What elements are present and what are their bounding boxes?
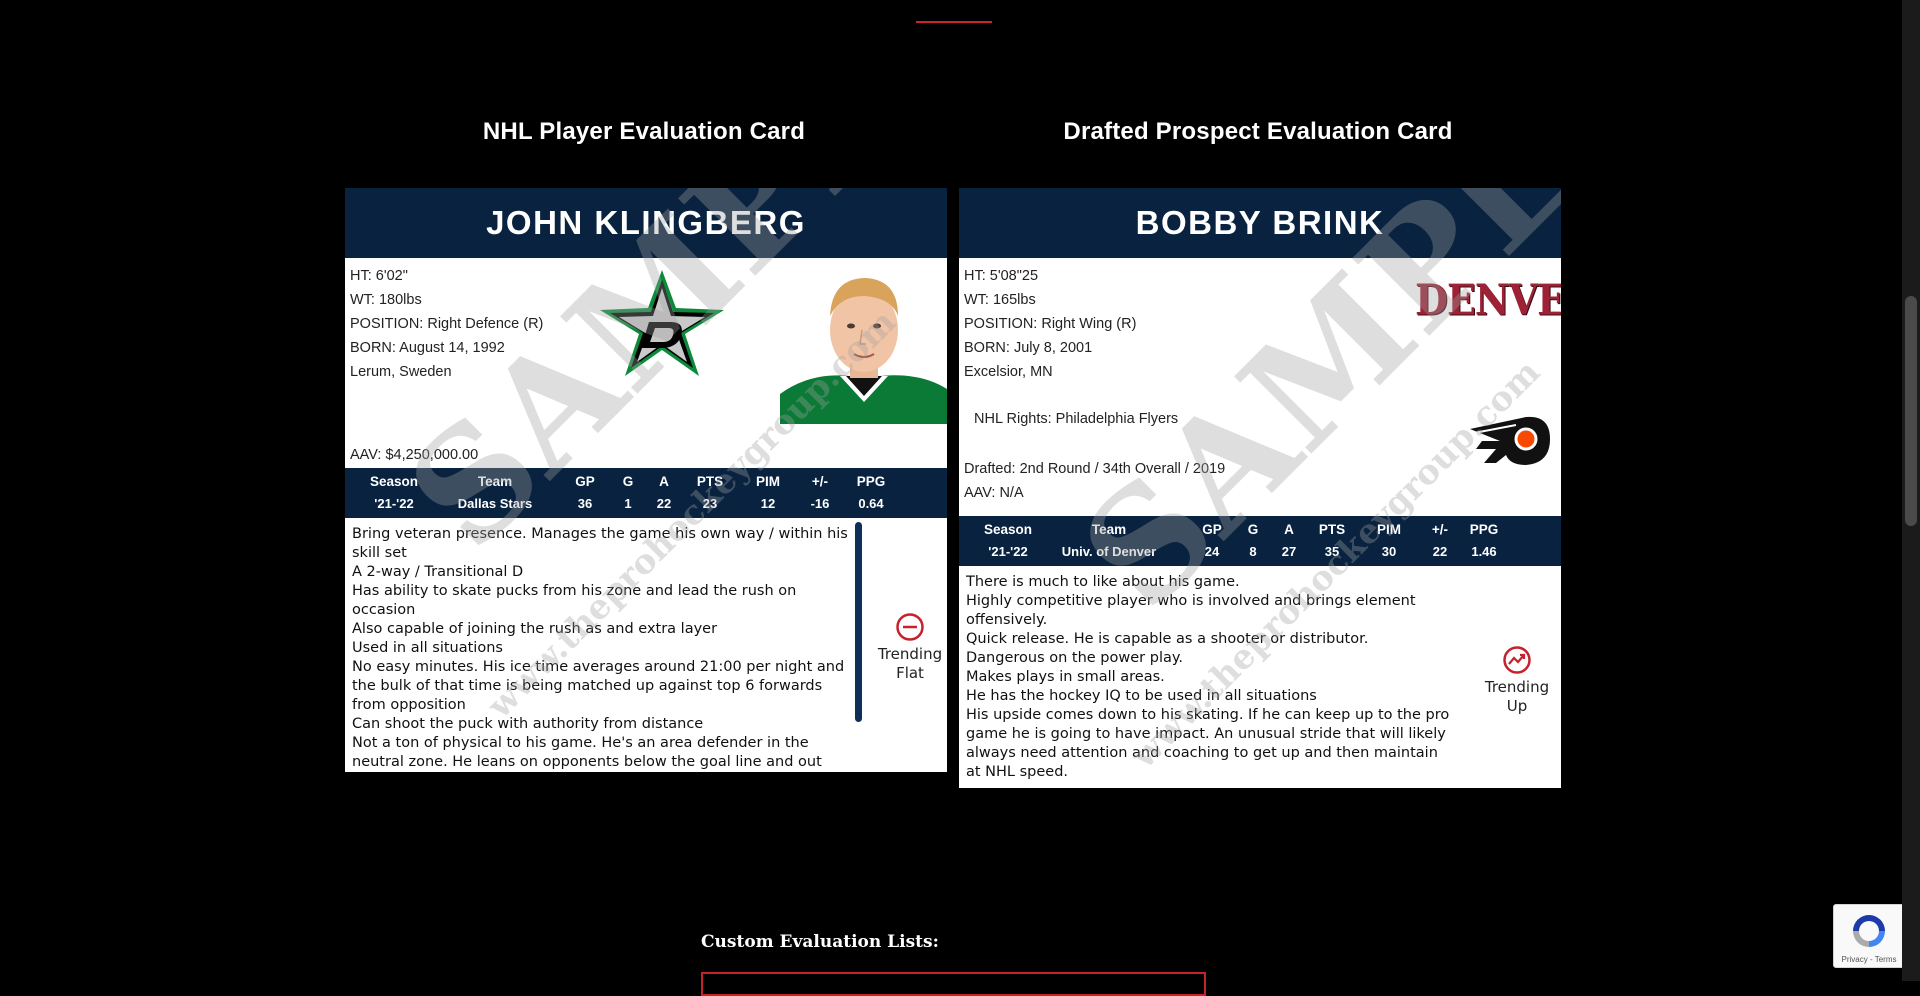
- recaptcha-icon: [1853, 915, 1885, 947]
- active-tab-underline: [916, 21, 992, 23]
- note-line: Bring veteran presence. Manages the game…: [352, 526, 848, 561]
- stat-header-ppg: PPG: [1469, 522, 1499, 537]
- stat-plusminus: -16: [810, 496, 830, 511]
- page-scrollbar-thumb[interactable]: [1905, 296, 1917, 526]
- player-stats-table: Season Team GP G A PTS PIM +/- PPG '21-'…: [345, 468, 947, 518]
- prospect-stats-table: Season Team GP G A PTS PIM +/- PPG '21-'…: [959, 516, 1561, 566]
- trend-indicator: Trending Flat: [870, 612, 947, 683]
- note-line: His upside comes down to his skating. If…: [966, 707, 1450, 780]
- note-line: Not a ton of physical to his game. He's …: [352, 735, 822, 770]
- custom-lists-container[interactable]: [701, 972, 1206, 996]
- note-line: Can shoot the puck with authority from d…: [352, 716, 704, 732]
- stat-g: 8: [1249, 544, 1257, 559]
- stat-a: 27: [1281, 544, 1297, 559]
- stat-pts: 35: [1324, 544, 1340, 559]
- stat-header-ppg: PPG: [856, 474, 886, 489]
- prospect-nhl-rights: NHL Rights: Philadelphia Flyers: [974, 411, 1179, 427]
- player-height: HT: 6'02": [350, 268, 408, 284]
- note-line: Also capable of joining the rush as and …: [352, 621, 718, 637]
- trending-up-icon: [1503, 646, 1531, 674]
- stat-a: 22: [656, 496, 672, 511]
- stat-header-gp: GP: [1202, 522, 1222, 537]
- trending-flat-icon: [896, 613, 924, 641]
- stat-ppg: 0.64: [858, 496, 884, 511]
- prospect-name: BOBBY BRINK: [959, 188, 1561, 258]
- prospect-born: BORN: July 8, 2001: [964, 340, 1093, 356]
- stat-g: 1: [624, 496, 632, 511]
- stat-season: '21-'22: [988, 544, 1028, 559]
- note-line: Highly competitive player who is involve…: [966, 593, 1416, 628]
- dallas-stars-logo: [600, 270, 724, 376]
- stat-header-a: A: [1284, 522, 1294, 537]
- stat-pim: 12: [760, 496, 776, 511]
- stat-header-pts: PTS: [1318, 522, 1346, 537]
- drafted-prospect-evaluation-card: BOBBY BRINK HT: 5'08"25 WT: 165lbs POSIT…: [959, 188, 1561, 788]
- stat-header-team: Team: [1091, 522, 1127, 537]
- custom-evaluation-lists-label: Custom Evaluation Lists:: [701, 932, 939, 952]
- note-line: Makes plays in small areas.: [966, 669, 1165, 685]
- player-weight: WT: 180lbs: [350, 292, 422, 308]
- prospect-bio: HT: 5'08"25 WT: 165lbs POSITION: Right W…: [964, 264, 1136, 384]
- stat-gp: 24: [1204, 544, 1220, 559]
- note-line: He has the hockey IQ to be used in all s…: [966, 688, 1317, 704]
- stat-header-plusminus: +/-: [1431, 522, 1449, 537]
- player-born: BORN: August 14, 1992: [350, 340, 505, 356]
- philadelphia-flyers-logo: [1470, 416, 1550, 465]
- note-line: No easy minutes. His ice time averages a…: [352, 659, 845, 713]
- note-line: Has ability to skate pucks from his zone…: [352, 583, 797, 618]
- prospect-notes: There is much to like about his game. Hi…: [966, 573, 1456, 782]
- stat-header-team: Team: [477, 474, 513, 489]
- drafted-prospect-card-title: Drafted Prospect Evaluation Card: [1063, 118, 1453, 145]
- player-headshot: [780, 264, 947, 424]
- stat-gp: 36: [577, 496, 593, 511]
- trend-label: Trending: [877, 645, 943, 663]
- note-line: There is much to like about his game.: [966, 574, 1240, 590]
- stat-plusminus: 22: [1432, 544, 1448, 559]
- prospect-birthplace: Excelsior, MN: [964, 364, 1053, 380]
- stat-header-season: Season: [983, 522, 1033, 537]
- prospect-position: POSITION: Right Wing (R): [964, 316, 1137, 332]
- note-line: Dangerous on the power play.: [966, 650, 1183, 666]
- trend-value: Up: [1506, 697, 1528, 715]
- stat-header-g: G: [1247, 522, 1259, 537]
- prospect-drafted: Drafted: 2nd Round / 34th Overall / 2019: [964, 461, 1226, 477]
- nhl-player-card-title: NHL Player Evaluation Card: [482, 118, 806, 145]
- stat-header-gp: GP: [575, 474, 595, 489]
- note-line: Used in all situations: [352, 640, 503, 656]
- player-notes[interactable]: Bring veteran presence. Manages the game…: [352, 525, 852, 772]
- note-line: A 2-way / Transitional D: [352, 564, 524, 580]
- stat-team: Univ. of Denver: [1061, 544, 1157, 559]
- stat-header-pim: PIM: [1376, 522, 1401, 537]
- trend-indicator: Trending Up: [1477, 645, 1557, 716]
- prospect-height: HT: 5'08"25: [964, 268, 1039, 284]
- stat-season: '21-'22: [374, 496, 414, 511]
- stat-ppg: 1.46: [1471, 544, 1497, 559]
- stat-header-pts: PTS: [696, 474, 724, 489]
- note-line: Quick release. He is capable as a shoote…: [966, 631, 1369, 647]
- player-name: JOHN KLINGBERG: [345, 188, 947, 258]
- player-aav: AAV: $4,250,000.00: [350, 447, 479, 463]
- recaptcha-badge[interactable]: Privacy - Terms: [1833, 904, 1905, 968]
- player-birthplace: Lerum, Sweden: [350, 364, 452, 380]
- player-position: POSITION: Right Defence (R): [350, 316, 544, 332]
- stat-pim: 30: [1381, 544, 1397, 559]
- notes-scrollbar[interactable]: [855, 522, 862, 722]
- stat-header-plusminus: +/-: [811, 474, 829, 489]
- prospect-weight: WT: 165lbs: [964, 292, 1036, 308]
- player-bio: HT: 6'02" WT: 180lbs POSITION: Right Def…: [350, 264, 543, 384]
- stat-header-season: Season: [369, 474, 419, 489]
- stat-header-g: G: [622, 474, 634, 489]
- denver-logo: DENVER: [1415, 274, 1561, 325]
- stat-team: Dallas Stars: [457, 496, 533, 511]
- trend-label: Trending: [1484, 678, 1550, 696]
- prospect-aav: AAV: N/A: [964, 485, 1024, 501]
- stat-header-a: A: [659, 474, 669, 489]
- stat-header-pim: PIM: [755, 474, 780, 489]
- nhl-player-evaluation-card: JOHN KLINGBERG HT: 6'02" WT: 180lbs POSI…: [345, 188, 947, 772]
- trend-value: Flat: [896, 664, 924, 682]
- recaptcha-links[interactable]: Privacy - Terms: [1834, 955, 1904, 964]
- stat-pts: 23: [702, 496, 718, 511]
